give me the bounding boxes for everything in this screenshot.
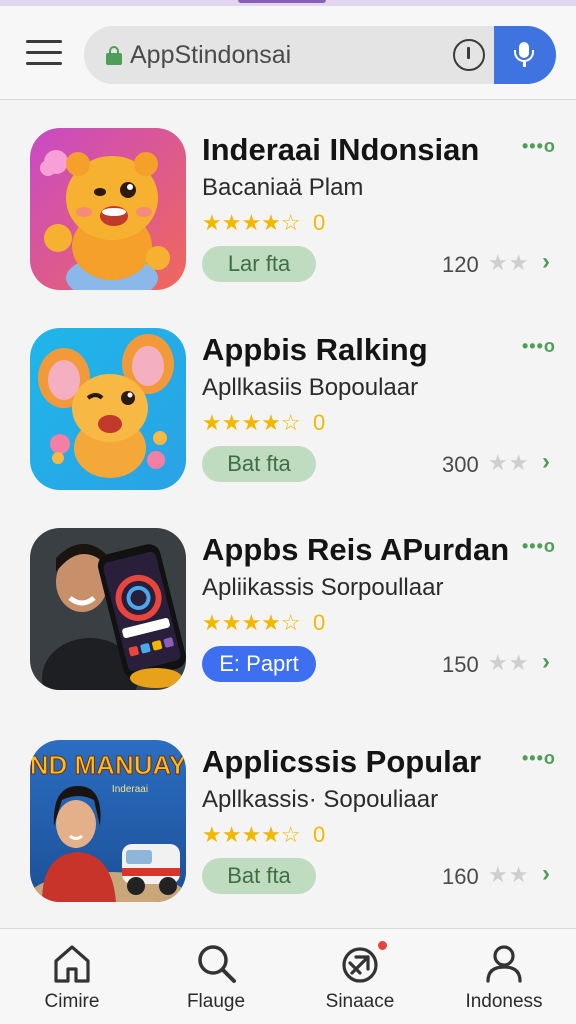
more-options-icon[interactable]: •••o: [522, 136, 556, 157]
nav-item-profile[interactable]: Indoness: [432, 929, 576, 1024]
chevron-right-icon[interactable]: ›: [542, 860, 550, 888]
bottom-navigation: Cimire Flauge Sinaace Indoness: [0, 928, 576, 1024]
microphone-button[interactable]: [494, 26, 556, 84]
app-title: Appbis Ralking: [202, 332, 428, 367]
info-icon[interactable]: [453, 39, 485, 71]
gray-stars-icon: ★★: [488, 450, 530, 475]
app-card[interactable]: Appbis Ralking Apllkasiis Bopoulaar •••o…: [0, 310, 576, 490]
search-bar[interactable]: [84, 26, 556, 84]
more-options-icon[interactable]: •••o: [522, 748, 556, 769]
nav-label: Sinaace: [325, 991, 395, 1012]
gray-stars-icon: ★★: [488, 650, 530, 675]
app-subtitle: Apliikassis Sorpoullaar: [202, 574, 444, 601]
nav-item-apps[interactable]: Sinaace: [288, 929, 432, 1024]
chevron-right-icon[interactable]: ›: [542, 448, 550, 476]
star-rating: ★★★★☆: [202, 210, 301, 235]
nav-label: Indoness: [465, 991, 543, 1012]
app-card[interactable]: ND MANUAY Inderaai Applicssis Popular Ap…: [0, 722, 576, 902]
app-card[interactable]: Inderaai INdonsian Bacaniaä Plam •••o ★★…: [0, 110, 576, 290]
phone-app-icon[interactable]: [30, 528, 186, 690]
app-action-button[interactable]: Bat fta: [202, 446, 316, 482]
hamster-app-icon[interactable]: [30, 128, 186, 290]
gray-stars-icon: ★★: [488, 862, 530, 887]
more-options-icon[interactable]: •••o: [522, 336, 556, 357]
review-count: 160: [442, 864, 479, 889]
review-count: 120: [442, 252, 479, 277]
rating-value: 0: [313, 210, 326, 235]
review-count: 300: [442, 452, 479, 477]
search-input[interactable]: [130, 26, 430, 84]
app-title: Appbs Reis APurdan: [202, 532, 510, 567]
app-card[interactable]: Appbs Reis APurdan Apliikassis Sorpoulla…: [0, 510, 576, 690]
top-bar: [0, 6, 576, 100]
rating-value: 0: [313, 610, 326, 635]
home-icon: [54, 945, 90, 983]
rating-value: 0: [313, 410, 326, 435]
search-icon: [198, 945, 236, 983]
star-rating: ★★★★☆: [202, 610, 301, 635]
app-action-button[interactable]: E: Paprt: [202, 646, 316, 682]
nav-item-home[interactable]: Cimire: [0, 929, 144, 1024]
app-action-button[interactable]: Lar fta: [202, 246, 316, 282]
star-rating: ★★★★☆: [202, 410, 301, 435]
chevron-right-icon[interactable]: ›: [542, 648, 550, 676]
nav-label: Flauge: [186, 991, 246, 1012]
mouse-app-icon[interactable]: [30, 328, 186, 490]
icon-banner-subtext: Inderaai: [112, 784, 148, 795]
app-subtitle: Bacaniaä Plam: [202, 174, 364, 201]
status-notch: [238, 0, 326, 3]
app-title: Applicssis Popular: [202, 744, 482, 779]
rating-value: 0: [313, 822, 326, 847]
app-subtitle: Apllkassis· Sopouliaar: [202, 786, 439, 813]
nav-label: Cimire: [44, 991, 100, 1012]
app-subtitle: Apllkasiis Bopoulaar: [202, 374, 419, 401]
lock-icon: [106, 46, 122, 65]
gray-stars-icon: ★★: [488, 250, 530, 275]
popular-app-icon[interactable]: ND MANUAY Inderaai: [30, 740, 186, 902]
notification-badge: [376, 939, 389, 952]
app-title: Inderaai INdonsian: [202, 132, 480, 167]
app-action-button[interactable]: Bat fta: [202, 858, 316, 894]
icon-banner-text: ND MANUAY: [30, 750, 186, 780]
more-options-icon[interactable]: •••o: [522, 536, 556, 557]
star-rating: ★★★★☆: [202, 822, 301, 847]
profile-icon: [486, 945, 522, 983]
nav-item-search[interactable]: Flauge: [144, 929, 288, 1024]
menu-icon[interactable]: [26, 40, 62, 68]
review-count: 150: [442, 652, 479, 677]
chevron-right-icon[interactable]: ›: [542, 248, 550, 276]
